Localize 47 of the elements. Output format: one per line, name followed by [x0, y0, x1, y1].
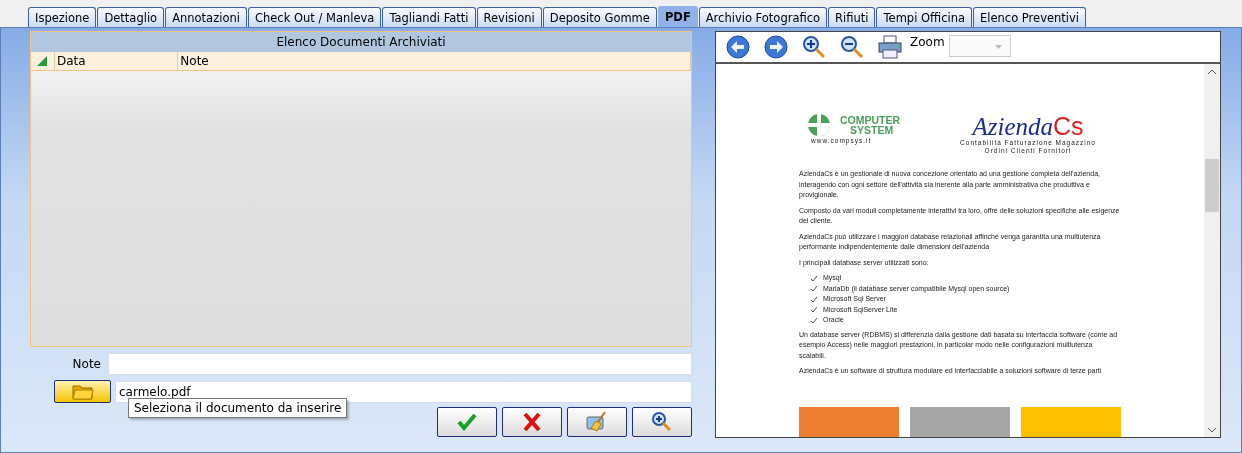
tab[interactable]: Ispezione: [28, 7, 97, 27]
tab[interactable]: Annotazioni: [165, 7, 247, 27]
tab[interactable]: Dettaglio: [97, 7, 165, 27]
check-icon: [456, 411, 478, 433]
tab[interactable]: Tempi Officina: [876, 7, 972, 27]
forward-button[interactable]: [764, 35, 788, 59]
tab[interactable]: Deposito Gomme: [542, 7, 657, 27]
close-icon: [521, 411, 543, 433]
column-header[interactable]: Data: [54, 52, 179, 70]
logo-text: SYSTEM: [849, 125, 895, 135]
zoom-out-icon: [840, 35, 864, 59]
cancel-button[interactable]: [502, 407, 562, 437]
tab[interactable]: Archivio Fotografico: [698, 7, 828, 27]
back-button[interactable]: [726, 35, 750, 59]
scrollbar-thumb[interactable]: [1205, 159, 1219, 212]
zoom-in-icon: [651, 411, 673, 433]
clear-button[interactable]: [567, 407, 627, 437]
tab[interactable]: Elenco Preventivi: [973, 7, 1086, 27]
zoom-label: Zoom: [910, 35, 945, 49]
tab[interactable]: Tagliandi Fatti: [382, 7, 476, 27]
tooltip: Seleziona il documento da inserire: [128, 398, 348, 418]
tab[interactable]: Check Out / Manleva: [247, 7, 382, 27]
confirm-button[interactable]: [437, 407, 497, 437]
grid-title: Elenco Documenti Archiviati: [31, 32, 691, 52]
logo-text: Azienda: [972, 113, 1054, 140]
note-field[interactable]: [108, 353, 692, 375]
file-field[interactable]: carmelo.pdf: [115, 380, 692, 403]
scroll-down-icon: [1208, 428, 1216, 433]
scroll-up-icon: [1208, 69, 1216, 74]
preview-button[interactable]: [632, 407, 692, 437]
print-button[interactable]: [878, 35, 902, 59]
browse-button[interactable]: [54, 380, 111, 403]
zoom-in-button[interactable]: [802, 35, 826, 59]
zoom-out-button[interactable]: [840, 35, 864, 59]
scrollbar[interactable]: [1204, 64, 1220, 437]
printer-icon: [878, 35, 902, 59]
tab[interactable]: Revisioni: [476, 7, 542, 27]
zoom-in-icon: [802, 35, 826, 59]
caret-icon: [994, 45, 1002, 49]
column-header[interactable]: Note: [178, 52, 691, 70]
broom-icon: [586, 411, 608, 433]
tab[interactable]: PDF: [657, 6, 698, 27]
field-label: Note: [71, 357, 102, 371]
logo-text: COMPUTER: [840, 115, 901, 125]
folder-icon: [71, 383, 94, 400]
tab[interactable]: Rifiuti: [828, 7, 876, 27]
logo-text: Cs: [1053, 112, 1084, 140]
